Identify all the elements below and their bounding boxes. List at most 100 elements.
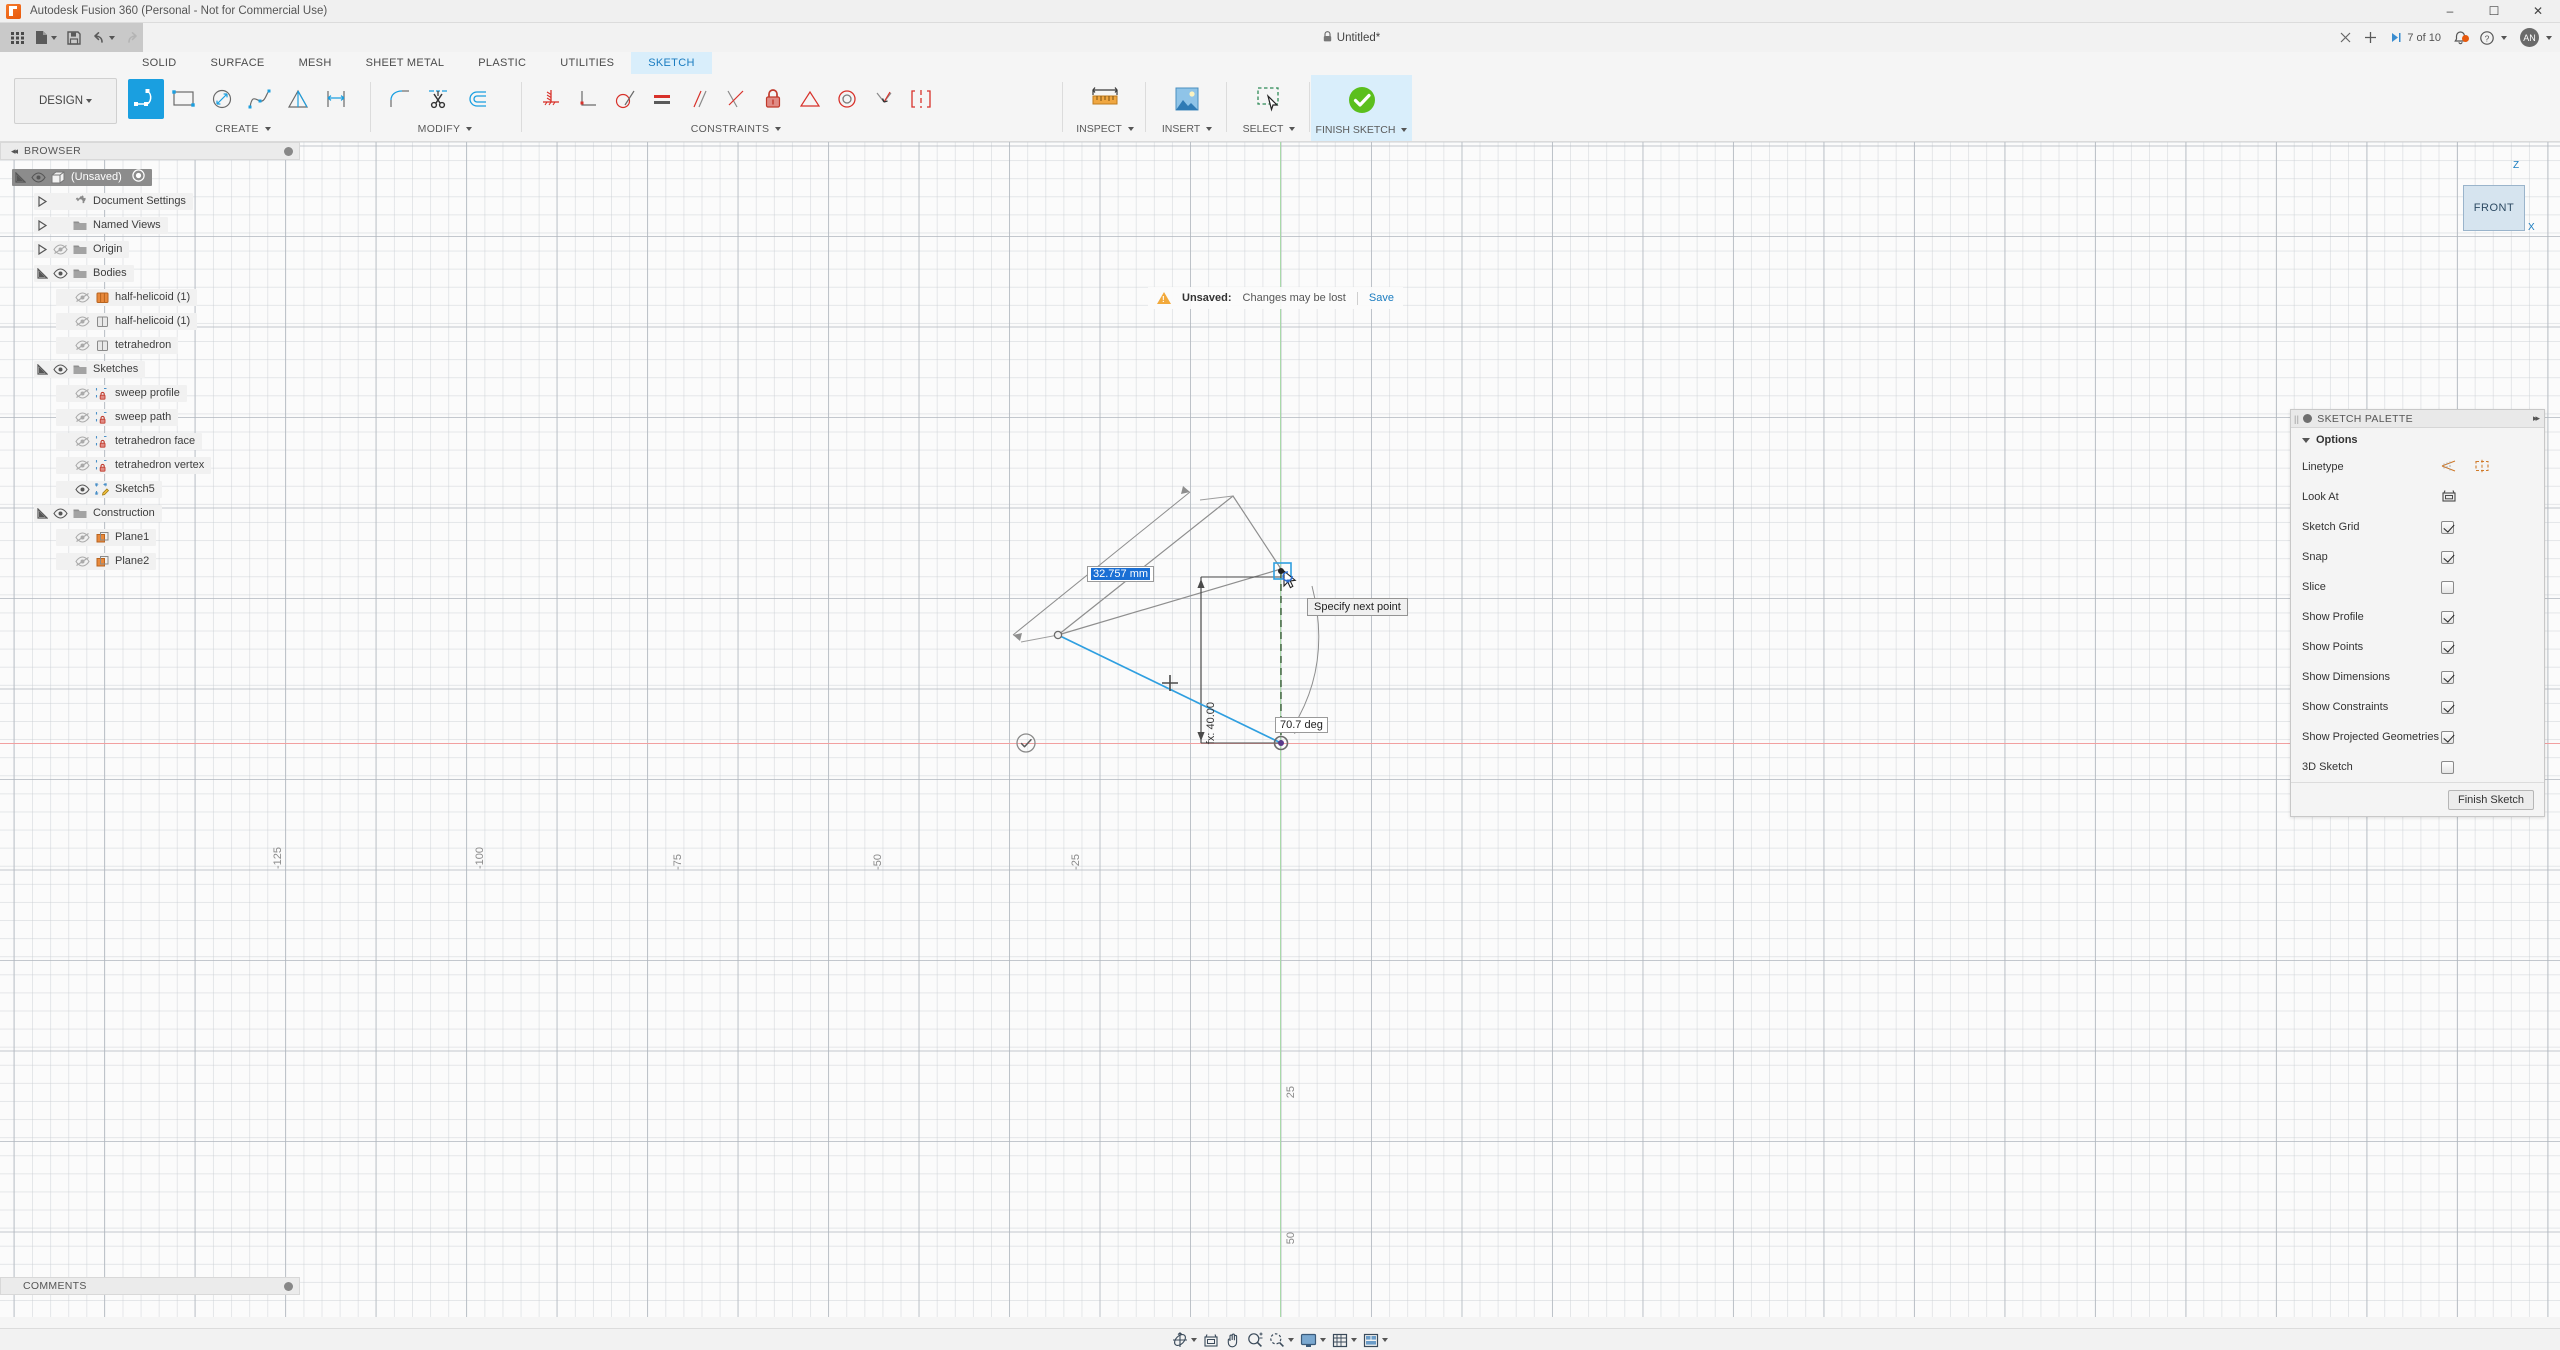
sketch-canvas[interactable]: -125 -100 -75 -50 -25 25 50: [0, 142, 2560, 1317]
browser-item-half-helicoid-1[interactable]: half-helicoid (1): [0, 285, 300, 309]
browser-item-tetrahedron-face[interactable]: tetrahedron face: [0, 429, 300, 453]
palette-expand-icon[interactable]: ▸▸: [2533, 413, 2538, 424]
tab-utilities[interactable]: UTILITIES: [543, 52, 631, 74]
coincident-constraint[interactable]: [866, 79, 901, 119]
orbit-icon[interactable]: [1170, 1330, 1199, 1350]
checkbox-snap[interactable]: [2441, 551, 2454, 564]
offset-tool[interactable]: [458, 79, 494, 119]
tab-solid[interactable]: SOLID: [125, 52, 194, 74]
ribbon-group-label-finish-sketch[interactable]: FINISH SKETCH: [1311, 121, 1412, 139]
collapse-left-icon[interactable]: ◂◂: [11, 146, 16, 157]
maximize-button[interactable]: ☐: [2472, 0, 2516, 23]
browser-item-document-settings[interactable]: Document Settings: [0, 189, 300, 213]
grid-snap-icon[interactable]: [1330, 1330, 1359, 1350]
browser-item-plane2[interactable]: Plane2: [0, 549, 300, 573]
circle-tool[interactable]: [204, 79, 240, 119]
save-icon[interactable]: [64, 26, 84, 50]
fix-constraint[interactable]: [755, 79, 790, 119]
finish-sketch-button[interactable]: Finish Sketch: [2448, 790, 2534, 810]
browser-item-sketch5[interactable]: Sketch5: [0, 477, 300, 501]
browser-item-bodies[interactable]: Bodies: [0, 261, 300, 285]
horizontal-vertical-constraint[interactable]: [534, 79, 569, 119]
job-status-button[interactable]: 7 of 10: [2390, 31, 2441, 44]
checkbox-show-profile[interactable]: [2441, 611, 2454, 624]
checkbox-slice[interactable]: [2441, 581, 2454, 594]
visibility-eye-icon[interactable]: [50, 268, 70, 279]
tab-plastic[interactable]: PLASTIC: [461, 52, 543, 74]
app-grid-icon[interactable]: [7, 26, 28, 50]
checkbox-sketch-grid[interactable]: [2441, 521, 2454, 534]
checkbox-show-dimensions[interactable]: [2441, 671, 2454, 684]
new-document-icon[interactable]: [32, 26, 60, 50]
tree-toggle-icon[interactable]: [34, 220, 50, 231]
browser-item-named-views[interactable]: Named Views: [0, 213, 300, 237]
finish-sketch-check-icon[interactable]: [1331, 78, 1393, 122]
select-cursor-icon[interactable]: [1238, 77, 1300, 121]
ribbon-group-label-select[interactable]: SELECT: [1229, 120, 1309, 138]
visibility-eye-icon[interactable]: [50, 508, 70, 519]
vertical-dimension-label[interactable]: fx: 40.00: [1205, 702, 1217, 744]
ribbon-group-label-inspect[interactable]: INSPECT: [1065, 120, 1145, 138]
browser-item-tetrahedron-vertex[interactable]: tetrahedron vertex: [0, 453, 300, 477]
browser-item-tetrahedron[interactable]: tetrahedron: [0, 333, 300, 357]
visibility-eye-icon[interactable]: [72, 484, 92, 495]
centerline-icon[interactable]: [2474, 459, 2490, 476]
checkbox-show-points[interactable]: [2441, 641, 2454, 654]
visibility-eye-icon[interactable]: [28, 172, 48, 183]
browser-item-sweep-profile[interactable]: sweep profile: [0, 381, 300, 405]
tab-surface[interactable]: SURFACE: [194, 52, 282, 74]
palette-grip-icon[interactable]: ||: [2294, 414, 2299, 424]
measure-icon[interactable]: [1074, 77, 1136, 121]
palette-close-icon[interactable]: [2303, 414, 2312, 423]
fillet-tool[interactable]: [382, 79, 418, 119]
trim-tool[interactable]: [420, 79, 456, 119]
equal-constraint[interactable]: [645, 79, 680, 119]
browser-pin-icon[interactable]: [284, 147, 293, 156]
visibility-eye-icon[interactable]: [72, 292, 92, 303]
activate-component-icon[interactable]: [132, 169, 145, 185]
collinear-constraint[interactable]: [719, 79, 754, 119]
browser-item-half-helicoid-1[interactable]: half-helicoid (1): [0, 309, 300, 333]
close-tab-icon[interactable]: [2340, 32, 2351, 43]
tab-sketch[interactable]: SKETCH: [631, 52, 711, 74]
visibility-eye-icon[interactable]: [72, 532, 92, 543]
tree-toggle-icon[interactable]: [34, 364, 50, 375]
visibility-eye-icon[interactable]: [72, 340, 92, 351]
rectangle-tool[interactable]: [166, 79, 202, 119]
ribbon-group-label-insert[interactable]: INSERT: [1148, 120, 1226, 138]
concentric-constraint[interactable]: [829, 79, 864, 119]
checkbox-3d-sketch[interactable]: [2441, 761, 2454, 774]
zoom-icon[interactable]: [1245, 1330, 1265, 1350]
browser-item-unsaved[interactable]: (Unsaved): [0, 165, 300, 189]
display-settings-icon[interactable]: [1298, 1330, 1328, 1350]
dimension-input-field[interactable]: 32.757 mm: [1087, 566, 1154, 582]
tree-toggle-icon[interactable]: [12, 172, 28, 183]
visibility-eye-icon[interactable]: [72, 412, 92, 423]
dimension-tool[interactable]: [318, 79, 354, 119]
undo-icon[interactable]: [88, 26, 118, 50]
help-icon[interactable]: ?: [2480, 31, 2507, 45]
comments-pin-icon[interactable]: [284, 1282, 293, 1291]
look-at-icon[interactable]: [2441, 489, 2457, 506]
symmetry-constraint[interactable]: [903, 79, 938, 119]
spline-tool[interactable]: [242, 79, 278, 119]
palette-options-section[interactable]: Options: [2291, 428, 2544, 452]
visibility-eye-icon[interactable]: [72, 316, 92, 327]
tab-mesh[interactable]: MESH: [282, 52, 349, 74]
viewports-icon[interactable]: [1361, 1330, 1390, 1350]
tree-toggle-icon[interactable]: [34, 244, 50, 255]
tab-sheet-metal[interactable]: SHEET METAL: [349, 52, 462, 74]
line-tool[interactable]: [128, 79, 164, 119]
browser-item-origin[interactable]: Origin: [0, 237, 300, 261]
tree-toggle-icon[interactable]: [34, 268, 50, 279]
visibility-eye-icon[interactable]: [50, 244, 70, 255]
perpendicular-constraint[interactable]: [571, 79, 606, 119]
tree-toggle-icon[interactable]: [34, 196, 50, 207]
ribbon-group-label-constraints[interactable]: CONSTRAINTS: [534, 120, 938, 138]
browser-item-construction[interactable]: Construction: [0, 501, 300, 525]
view-cube[interactable]: Z X FRONT: [2443, 160, 2538, 255]
user-account-button[interactable]: AN: [2520, 28, 2552, 47]
visibility-eye-icon[interactable]: [72, 460, 92, 471]
save-link[interactable]: Save: [1369, 292, 1394, 304]
angle-dimension-field[interactable]: 70.7 deg: [1275, 717, 1328, 733]
